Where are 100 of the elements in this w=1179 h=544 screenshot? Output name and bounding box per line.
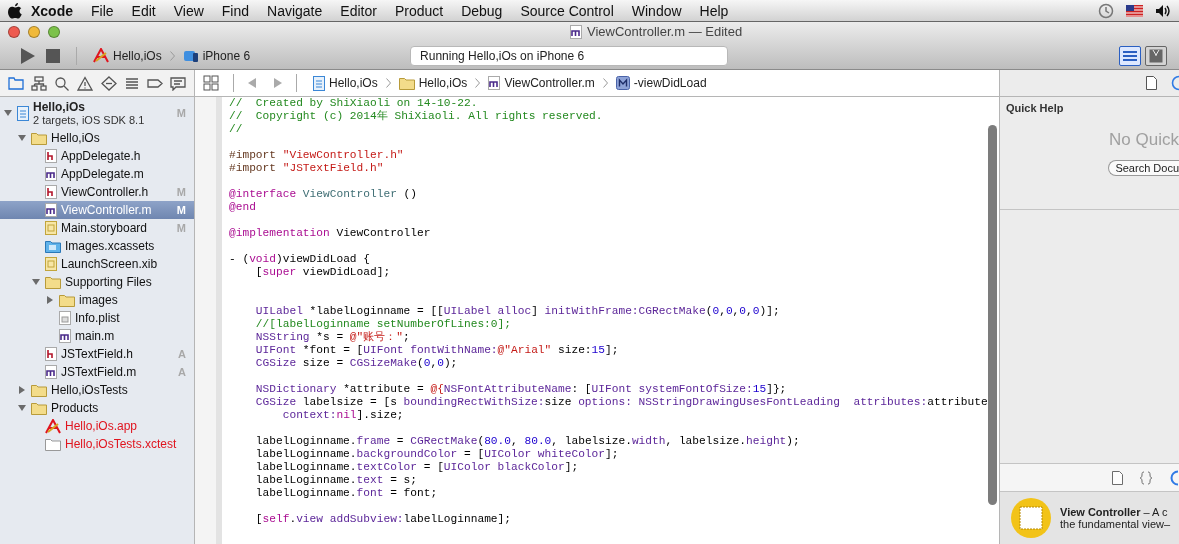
- file-tree-row[interactable]: Hello,iOs: [0, 129, 194, 147]
- menu-item[interactable]: File: [82, 2, 123, 19]
- disclosure-button[interactable]: [17, 385, 27, 395]
- scrollbar-thumb[interactable]: [988, 125, 997, 505]
- chevron-icon: [385, 78, 391, 88]
- file-name: JSTextField.h: [61, 347, 135, 361]
- code-line: @implementation ViewController: [229, 227, 432, 240]
- status-label: M: [176, 204, 186, 216]
- navigator-tab[interactable]: [99, 74, 118, 92]
- file-name: Hello,iOsTests: [51, 383, 129, 397]
- disclosure-button[interactable]: [17, 403, 27, 413]
- forward-arrow-icon[interactable]: [274, 78, 282, 88]
- file-tree-row[interactable]: Hello,iOsTests: [0, 381, 194, 399]
- back-arrow-icon[interactable]: [248, 78, 256, 88]
- file-tree-row[interactable]: Info.plist: [0, 309, 194, 327]
- header-file-icon: [45, 149, 57, 163]
- status-label: M: [176, 107, 186, 119]
- navigator-tab[interactable]: [169, 74, 188, 92]
- search-documentation-button[interactable]: Search Docu: [1108, 160, 1179, 176]
- jump-bar-item[interactable]: -viewDidLoad: [613, 76, 709, 90]
- menu-item[interactable]: Help: [690, 2, 738, 19]
- menu-item[interactable]: Window: [622, 2, 691, 19]
- library-tab[interactable]: [1139, 470, 1153, 485]
- jump-bar-item[interactable]: Hello,iOs: [311, 75, 380, 91]
- file-tree-row[interactable]: Images.xcassets: [0, 237, 194, 255]
- menu-item[interactable]: View: [164, 2, 213, 19]
- jump-bar-item[interactable]: Hello,iOs: [396, 76, 470, 90]
- scheme-selector[interactable]: Hello,iOs: [91, 48, 164, 63]
- disclosure-triangle-icon: [18, 134, 26, 142]
- library-tab[interactable]: [1169, 469, 1179, 486]
- header-file-icon: [45, 185, 57, 199]
- disclosure-button[interactable]: [3, 108, 13, 118]
- speaker-icon[interactable]: [1155, 3, 1171, 18]
- disclosure-triangle-icon: [32, 278, 40, 286]
- file-tree-row[interactable]: Supporting Files: [0, 273, 194, 291]
- menu-item[interactable]: Navigate: [258, 2, 332, 19]
- code-line: @end: [229, 201, 257, 214]
- flag-icon[interactable]: [1126, 4, 1143, 17]
- menu-item[interactable]: Product: [385, 2, 453, 19]
- status-label: A: [178, 348, 186, 360]
- assistant-editor-button[interactable]: [1145, 45, 1167, 66]
- file-tree-row[interactable]: AppDelegate.m: [0, 165, 194, 183]
- file-tree-row[interactable]: LaunchScreen.xib: [0, 255, 194, 273]
- file-tree-row[interactable]: JSTextField.m A: [0, 363, 194, 381]
- file-name: ViewController.m: [61, 203, 153, 217]
- file-tree-row[interactable]: Main.storyboard M: [0, 219, 194, 237]
- stop-button[interactable]: [44, 46, 62, 65]
- jump-bar-item[interactable]: ViewController.m: [486, 76, 597, 90]
- lines-icon: [1123, 49, 1137, 62]
- diamond-icon: [100, 75, 117, 91]
- file-name: Images.xcassets: [65, 239, 156, 253]
- file-tree-row[interactable]: JSTextField.h A: [0, 345, 194, 363]
- code-line: //[labelLoginname setNumberOfLines:0];: [254, 318, 512, 331]
- braces-icon: [1139, 470, 1153, 485]
- file-tree-row[interactable]: Hello,iOsTests.xctest: [0, 435, 194, 453]
- code-line: context:nil].size;: [281, 409, 405, 422]
- stop-icon: [46, 48, 60, 63]
- menu-item[interactable]: Find: [212, 2, 259, 19]
- zoom-button[interactable]: [48, 26, 60, 38]
- menu-item[interactable]: Edit: [122, 2, 165, 19]
- storyboard-file-icon: [45, 221, 57, 235]
- destination-selector[interactable]: iPhone 6: [180, 48, 253, 63]
- apple-logo-icon[interactable]: [8, 2, 22, 19]
- code-line: #import "ViewController.h": [229, 149, 405, 162]
- navigator-tab[interactable]: [6, 74, 25, 92]
- navigator-tab[interactable]: [76, 74, 95, 92]
- standard-editor-button[interactable]: [1119, 45, 1141, 66]
- disclosure-button[interactable]: [17, 133, 27, 143]
- minimize-button[interactable]: [28, 26, 40, 38]
- disclosure-button[interactable]: [31, 277, 41, 287]
- clock-icon[interactable]: [1098, 2, 1114, 19]
- navigator-tab[interactable]: [29, 74, 48, 92]
- code-line: CGSize size = CGSizeMake(0,0);: [254, 357, 459, 370]
- file-tree-row[interactable]: Hello,iOs.app: [0, 417, 194, 435]
- menu-item[interactable]: Source Control: [511, 2, 623, 19]
- close-button[interactable]: [8, 26, 20, 38]
- project-name[interactable]: Hello,iOs: [33, 100, 173, 114]
- file-name: LaunchScreen.xib: [61, 257, 159, 271]
- file-tree-row[interactable]: ViewController.h M: [0, 183, 194, 201]
- library-item-summary: – A c: [1143, 506, 1168, 518]
- method-icon: [615, 76, 630, 90]
- file-tree-row[interactable]: AppDelegate.h: [0, 147, 194, 165]
- library-item-description: the fundamental view–: [1060, 518, 1171, 530]
- library-tab[interactable]: [1112, 470, 1123, 485]
- file-tree-row[interactable]: Products: [0, 399, 194, 417]
- code-line: CGSize labelsize = [s boundingRectWithSize:size options: NSStringDrawingUsesFontLeading attributes:attribute: [254, 396, 989, 409]
- source-file-icon: [59, 329, 71, 343]
- menu-app-name[interactable]: Xcode: [22, 2, 82, 19]
- code-line: labelLoginname.frame = CGRectMake(80.0, 80.0, labelsize.width, labelsize.height);: [254, 435, 801, 448]
- file-name: AppDelegate.m: [61, 167, 145, 181]
- menu-item[interactable]: Debug: [452, 2, 512, 19]
- file-tree-row[interactable]: main.m: [0, 327, 194, 345]
- file-name: ViewController.h: [61, 185, 150, 199]
- chevron-icon: [602, 78, 608, 88]
- folder-icon: [7, 75, 24, 91]
- grid-icon[interactable]: [203, 75, 219, 91]
- menu-item[interactable]: Editor: [331, 2, 386, 19]
- disclosure-button[interactable]: [45, 295, 55, 305]
- play-icon: [20, 46, 36, 65]
- file-tree-row[interactable]: images: [0, 291, 194, 309]
